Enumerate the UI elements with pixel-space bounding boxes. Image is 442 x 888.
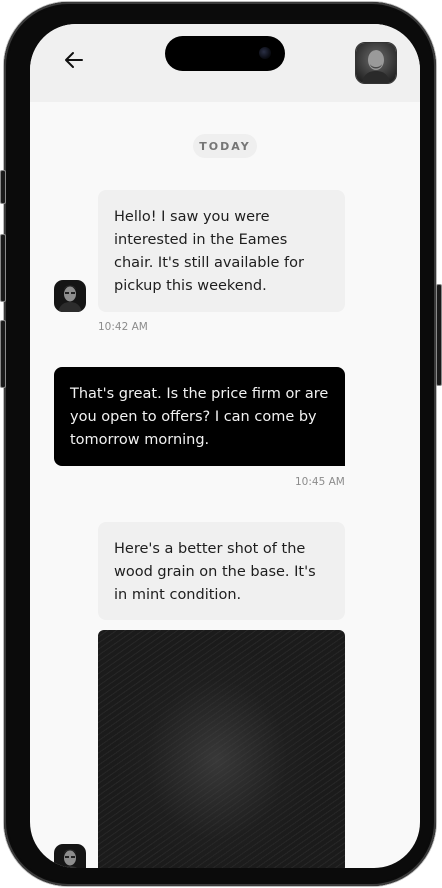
dynamic-island bbox=[165, 36, 285, 71]
incoming-message-bubble: Hello! I saw you were interested in the … bbox=[98, 190, 345, 312]
photo-attachment[interactable] bbox=[98, 630, 345, 868]
camera-icon bbox=[259, 47, 271, 59]
sender-avatar[interactable] bbox=[54, 280, 86, 312]
avatar-photo bbox=[54, 280, 86, 312]
phone-frame: TODAY Hello! I saw you were interested i… bbox=[0, 2, 442, 886]
message-text: That's great. Is the price firm or are y… bbox=[70, 386, 329, 448]
action-button bbox=[0, 170, 6, 204]
wood-grain-image bbox=[98, 630, 345, 868]
outgoing-message-bubble: That's great. Is the price firm or are y… bbox=[54, 367, 345, 466]
incoming-message-bubble: Here's a better shot of the wood grain o… bbox=[98, 522, 345, 620]
avatar-photo bbox=[54, 844, 86, 868]
avatar-photo bbox=[356, 43, 396, 83]
message-text: Hello! I saw you were interested in the … bbox=[114, 209, 304, 294]
chat-header bbox=[30, 24, 420, 102]
volume-down-button bbox=[0, 320, 6, 388]
message-text: Here's a better shot of the wood grain o… bbox=[114, 541, 316, 603]
arrow-left-icon bbox=[65, 52, 83, 68]
power-button bbox=[436, 284, 442, 386]
message-timestamp: 10:45 AM bbox=[295, 476, 345, 488]
volume-up-button bbox=[0, 234, 6, 302]
message-timestamp: 10:42 AM bbox=[98, 321, 148, 333]
chat-screen: TODAY Hello! I saw you were interested i… bbox=[30, 24, 420, 868]
sender-avatar[interactable] bbox=[54, 844, 86, 868]
back-button[interactable] bbox=[60, 48, 88, 72]
contact-avatar[interactable] bbox=[355, 42, 397, 84]
date-separator: TODAY bbox=[193, 134, 257, 158]
